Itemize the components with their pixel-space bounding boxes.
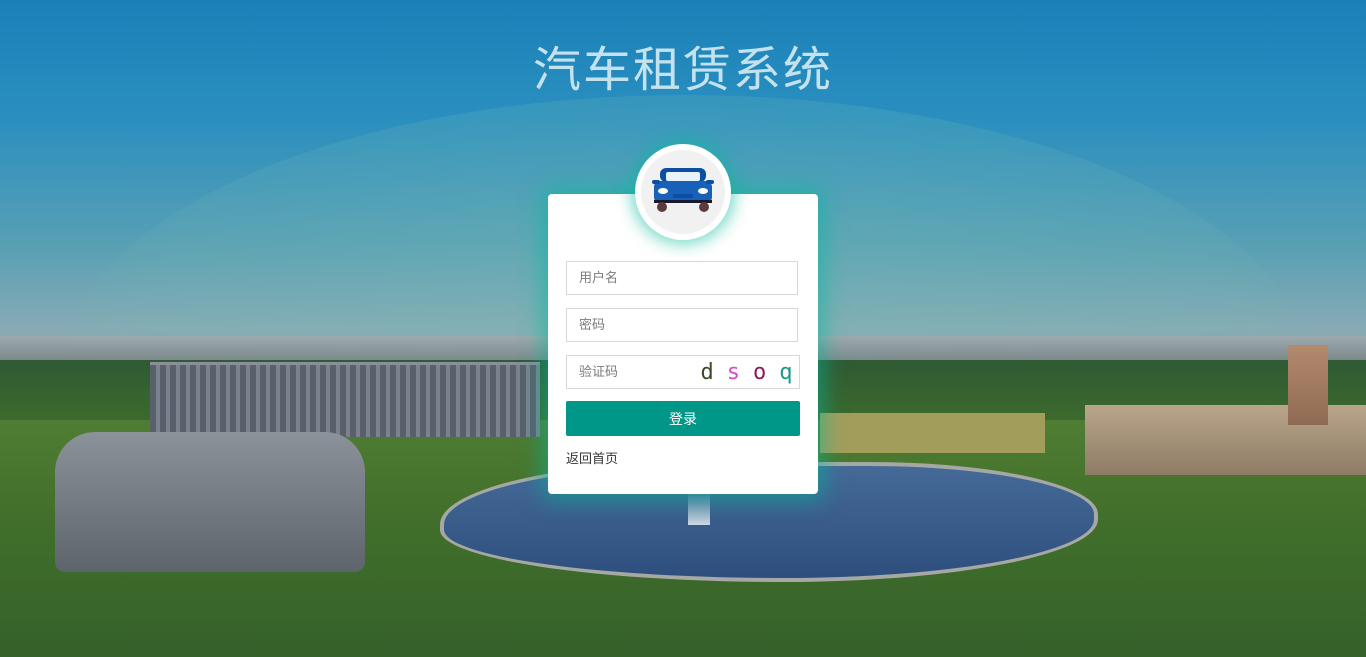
sports-field [820, 413, 1045, 453]
captcha-char: o [753, 359, 767, 385]
captcha-char: q [779, 359, 793, 385]
building-round [55, 432, 365, 572]
password-input[interactable] [566, 308, 798, 342]
avatar [635, 144, 731, 240]
page-title: 汽车租赁系统 [532, 42, 833, 98]
captcha-image[interactable]: d s o q [694, 355, 800, 389]
captcha-char: s [726, 359, 740, 385]
clock-tower [1288, 345, 1328, 425]
back-home-link[interactable]: 返回首页 [566, 448, 618, 467]
login-button[interactable]: 登录 [566, 401, 800, 436]
captcha-input[interactable] [566, 355, 698, 389]
car-icon [652, 168, 714, 212]
fountain [688, 490, 710, 525]
building-left [150, 362, 540, 437]
username-input[interactable] [566, 261, 798, 295]
captcha-char: d [700, 359, 714, 385]
avatar-inner [641, 150, 725, 234]
